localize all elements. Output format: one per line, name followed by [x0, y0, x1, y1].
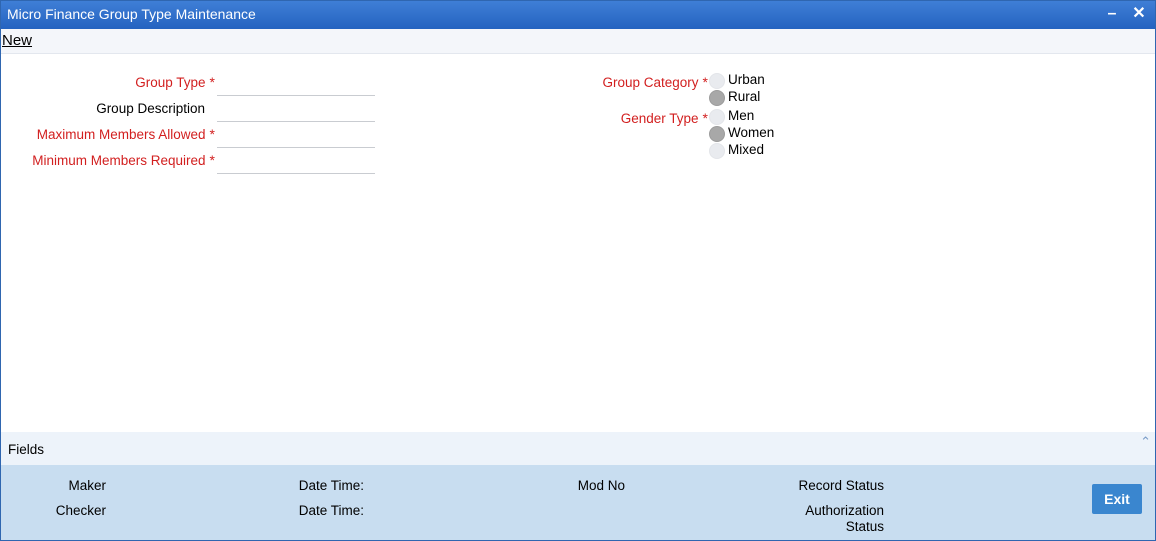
minimize-icon[interactable]: – — [1102, 4, 1122, 24]
men-radio-label: Men — [728, 108, 755, 123]
max-members-label: Maximum Members Allowed * — [21, 126, 215, 142]
urban-radio[interactable] — [709, 73, 725, 89]
fields-section: Fields ⌃ — [1, 432, 1155, 465]
menu-new-link[interactable]: New — [2, 32, 32, 49]
group-type-label-text: Group Type — [135, 75, 206, 90]
group-category-label: Group Category * — [561, 74, 708, 90]
exit-button[interactable]: Exit — [1092, 484, 1142, 514]
urban-radio-label: Urban — [728, 72, 765, 87]
rural-radio-label: Rural — [728, 89, 761, 104]
rural-radio[interactable] — [709, 90, 725, 106]
chevron-up-icon[interactable]: ⌃ — [1140, 434, 1151, 450]
close-icon[interactable]: ✕ — [1129, 4, 1149, 24]
window: Micro Finance Group Type Maintenance – ✕… — [0, 0, 1156, 541]
max-members-input[interactable] — [217, 123, 375, 148]
max-members-label-text: Maximum Members Allowed — [36, 127, 206, 142]
menu-bar: New — [1, 29, 1155, 54]
group-description-input[interactable] — [217, 97, 375, 122]
checker-date-time-label: Date Time: — [298, 503, 364, 518]
mod-no-label: Mod No — [577, 478, 625, 493]
maker-date-time-label: Date Time: — [298, 478, 364, 493]
record-status-label: Record Status — [798, 478, 884, 493]
audit-panel: Maker Checker Date Time: Date Time: Mod … — [1, 465, 1155, 540]
window-title: Micro Finance Group Type Maintenance — [7, 6, 256, 22]
mixed-radio[interactable] — [709, 143, 725, 159]
women-radio-label: Women — [728, 125, 775, 140]
min-members-label: Minimum Members Required * — [21, 152, 215, 168]
men-radio[interactable] — [709, 109, 725, 125]
group-description-label: Group Description — [96, 101, 205, 116]
group-type-input[interactable] — [217, 71, 375, 96]
required-marker: * — [702, 110, 708, 126]
title-bar: Micro Finance Group Type Maintenance – ✕ — [1, 1, 1155, 29]
min-members-label-text: Minimum Members Required — [32, 153, 206, 168]
group-category-label-text: Group Category — [602, 75, 699, 90]
authorization-status-label-line1: Authorization — [805, 503, 884, 518]
group-type-label: Group Type * — [61, 74, 215, 90]
women-radio[interactable] — [709, 126, 725, 142]
min-members-input[interactable] — [217, 149, 375, 174]
fields-label: Fields — [8, 442, 45, 457]
required-marker: * — [209, 152, 215, 168]
gender-type-label: Gender Type * — [561, 110, 708, 126]
authorization-status-label-line2: Status — [845, 519, 884, 534]
checker-label: Checker — [55, 503, 106, 518]
required-marker: * — [209, 74, 215, 90]
gender-type-label-text: Gender Type — [620, 111, 699, 126]
mixed-radio-label: Mixed — [728, 142, 765, 157]
required-marker: * — [702, 74, 708, 90]
maker-label: Maker — [68, 478, 106, 493]
required-marker: * — [209, 126, 215, 142]
